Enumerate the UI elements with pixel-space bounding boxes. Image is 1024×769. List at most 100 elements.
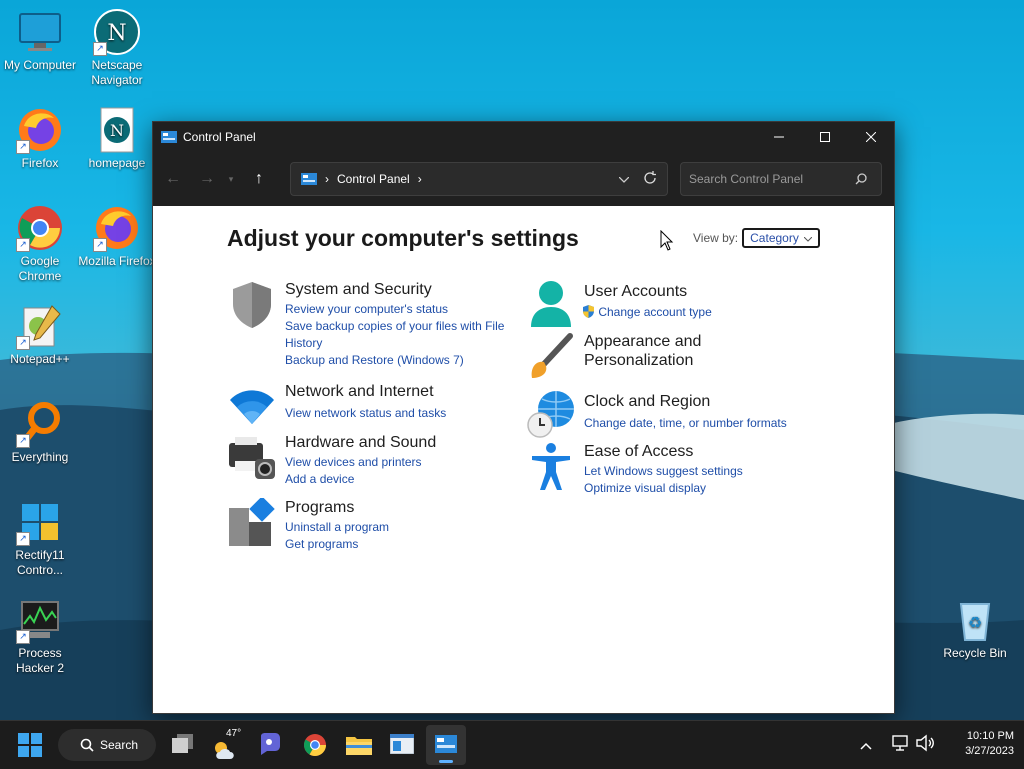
link-backup-and-restore[interactable]: Backup and Restore (Windows 7) [285,352,515,369]
arrow-left-icon: ← [165,170,181,187]
svg-text:N: N [110,121,124,140]
link-change-account-type[interactable]: Change account type [582,304,712,321]
task-view-button[interactable] [172,734,194,759]
search-control-panel-input[interactable]: Search Control Panel [680,162,882,196]
up-button[interactable]: ↑ [245,165,273,193]
page-title: Adjust your computer's settings [227,225,579,251]
minimize-button[interactable] [756,122,802,152]
category-clock-and-region: Clock and Region Change date, time, or n… [526,389,787,439]
maximize-button[interactable] [802,122,848,152]
start-button[interactable] [18,733,44,759]
wifi-icon [230,390,274,424]
link-let-windows-suggest-settings[interactable]: Let Windows suggest settings [584,463,743,480]
address-dropdown-button[interactable] [618,172,630,186]
volume-button[interactable] [916,734,936,757]
desktop-icon-rectify11-control-panel[interactable]: ↗ Rectify11 Contro... [0,498,80,578]
view-by: View by: Category [693,228,821,248]
desktop-icon-google-chrome[interactable]: ↗ Google Chrome [0,204,80,284]
desktop-icon-label: Mozilla Firefox [78,254,156,268]
weather-widget-button[interactable]: 47° [212,727,244,763]
link-uninstall-a-program[interactable]: Uninstall a program [285,519,389,536]
svg-text:♻: ♻ [968,613,982,632]
category-title[interactable]: Hardware and Sound [285,433,436,452]
recent-locations-button[interactable]: ▾ [223,165,239,193]
title-bar[interactable]: Control Panel [153,122,894,152]
desktop-icon-label: Rectify11 Contro... [15,548,65,577]
link-add-a-device[interactable]: Add a device [285,471,436,488]
window-title: Control Panel [183,130,256,144]
category-ease-of-access: Ease of Access Let Windows suggest setti… [526,442,743,497]
paintbrush-icon [531,333,573,378]
window-app-icon [389,733,415,755]
desktop-icon-mozilla-firefox[interactable]: ↗ Mozilla Firefox [77,204,157,269]
search-placeholder: Search Control Panel [689,172,804,186]
clock-date: 3/27/2023 [965,745,1014,757]
desktop-icon-label: homepage [88,156,146,170]
close-button[interactable] [848,122,894,152]
link-view-network-status[interactable]: View network status and tasks [285,405,446,422]
arrow-up-icon: ↑ [255,170,263,187]
category-title[interactable]: System and Security [285,280,515,299]
control-panel-content: Adjust your computer's settings View by:… [153,206,894,713]
back-button[interactable]: ← [159,165,187,193]
desktop-icon-homepage[interactable]: N homepage [77,106,157,171]
desktop-icon-label: Recycle Bin [943,646,1007,660]
shield-icon [233,282,271,328]
control-panel-icon [161,131,177,143]
category-title[interactable]: User Accounts [584,282,712,301]
network-status-button[interactable] [892,734,910,757]
category-appearance-and-personalization: Appearance and Personalization [526,332,734,382]
desktop-icon-notepad-plus-plus[interactable]: ↗ Notepad++ [0,302,80,367]
category-title[interactable]: Programs [285,498,389,517]
mouse-cursor-icon [660,230,674,251]
control-panel-taskbar-button[interactable] [426,725,466,765]
printer-icon [229,437,275,479]
store-taskbar-button[interactable] [389,733,415,759]
active-indicator [439,760,453,763]
desktop-icon-netscape-navigator[interactable]: N ↗ Netscape Navigator [77,8,157,88]
show-hidden-icons-button[interactable] [860,737,872,755]
link-change-date-time-formats[interactable]: Change date, time, or number formats [584,415,787,432]
accessibility-icon [532,443,570,490]
desktop-icon-my-computer[interactable]: My Computer [0,8,80,73]
link-get-programs[interactable]: Get programs [285,536,389,553]
breadcrumb-control-panel[interactable]: Control Panel [337,172,410,186]
desktop-icon-process-hacker[interactable]: ↗ Process Hacker 2 [0,596,80,676]
desktop-icon-everything[interactable]: ↗ Everything [0,400,80,465]
link-file-history[interactable]: Save backup copies of your files with Fi… [285,318,515,352]
desktop-icon-label: Process Hacker 2 [15,646,65,675]
task-view-icon [172,734,193,753]
chat-icon [261,733,280,755]
clock[interactable]: 10:10 PM 3/27/2023 [946,729,1014,759]
desktop-icon-recycle-bin[interactable]: ♻ Recycle Bin [935,596,1015,661]
desktop-icon-label: Notepad++ [10,352,70,366]
link-text: Change account type [598,305,712,319]
link-review-computer-status[interactable]: Review your computer's status [285,301,515,318]
desktop-icon-label: My Computer [3,58,77,72]
breadcrumb-separator: › [325,172,329,186]
category-title[interactable]: Network and Internet [285,382,446,401]
network-icon [892,735,908,751]
link-optimize-visual-display[interactable]: Optimize visual display [584,480,743,497]
weather-temp: 47° [226,728,242,739]
search-icon [855,173,867,185]
refresh-button[interactable] [643,170,657,188]
breadcrumb-separator[interactable]: › [418,172,422,186]
category-title[interactable]: Ease of Access [584,442,743,461]
view-by-select[interactable]: Category [742,228,821,248]
forward-button[interactable]: → [193,165,221,193]
link-view-devices-and-printers[interactable]: View devices and printers [285,454,436,471]
desktop-icon-firefox[interactable]: ↗ Firefox [0,106,80,171]
file-explorer-button[interactable] [346,734,372,761]
taskbar-search-button[interactable]: Search [58,729,156,761]
category-title[interactable]: Clock and Region [584,392,787,411]
chat-app-button[interactable] [258,732,282,761]
category-title[interactable]: Appearance and Personalization [584,332,734,370]
view-by-value: Category [750,231,799,245]
control-panel-icon [301,173,317,185]
chevron-down-icon [618,176,630,183]
chrome-taskbar-button[interactable] [303,733,327,762]
desktop-icon-label: Everything [11,450,69,464]
folder-icon [346,737,372,755]
address-bar[interactable]: › Control Panel › [290,162,668,196]
